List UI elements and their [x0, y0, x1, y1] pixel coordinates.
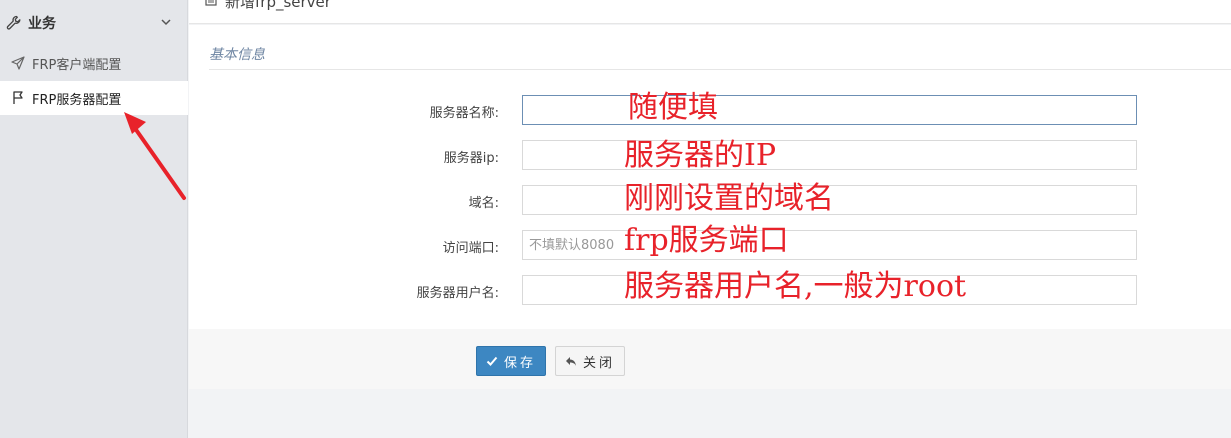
- server-name-label: 服务器名称:: [429, 106, 499, 121]
- page-title: 新增frp_server: [225, 0, 331, 11]
- send-icon: [11, 56, 25, 70]
- save-button[interactable]: 保存: [476, 346, 546, 376]
- sidebar: 业务 FRP客户端配置 FRP服务器配置: [0, 0, 188, 438]
- server-ip-input[interactable]: [522, 140, 1137, 170]
- reply-icon: [565, 357, 576, 366]
- main-panel: 新增frp_server 基本信息 服务器名称: 服务器ip: 域名: 访问端口…: [189, 0, 1231, 438]
- sidebar-item-frp-server[interactable]: FRP服务器配置: [0, 81, 188, 115]
- sidebar-group-title: 业务: [28, 15, 56, 32]
- wrench-icon: [6, 15, 21, 30]
- form-card: 基本信息 服务器名称: 服务器ip: 域名: 访问端口: 服务器用户名: 随便填…: [189, 25, 1231, 329]
- domain-label: 域名:: [468, 196, 499, 211]
- sidebar-item-label: FRP服务器配置: [32, 92, 122, 108]
- username-input[interactable]: [522, 275, 1137, 305]
- chevron-down-icon[interactable]: [160, 16, 172, 28]
- sidebar-item-label: FRP客户端配置: [32, 57, 122, 73]
- close-button[interactable]: 关闭: [555, 346, 625, 376]
- form-row-server-name: 服务器名称:: [189, 95, 1231, 125]
- port-label: 访问端口:: [442, 241, 499, 256]
- section-divider: [209, 69, 1231, 70]
- server-ip-label: 服务器ip:: [443, 151, 499, 166]
- form-row-username: 服务器用户名:: [189, 275, 1231, 305]
- form-row-domain: 域名:: [189, 185, 1231, 215]
- flag-icon: [13, 91, 23, 104]
- form-footer: 保存 关闭: [189, 329, 1231, 389]
- username-label: 服务器用户名:: [416, 286, 499, 301]
- page-header: 新增frp_server: [189, 0, 1231, 24]
- domain-input[interactable]: [522, 185, 1137, 215]
- form-row-server-ip: 服务器ip:: [189, 140, 1231, 170]
- sidebar-item-frp-client[interactable]: FRP客户端配置: [0, 46, 188, 80]
- check-icon: [486, 356, 498, 366]
- close-button-label: 关闭: [582, 354, 615, 370]
- server-name-input[interactable]: [522, 95, 1137, 125]
- section-title: 基本信息: [209, 47, 265, 63]
- port-input[interactable]: [522, 230, 1137, 260]
- save-button-label: 保存: [503, 354, 536, 370]
- document-icon: [205, 0, 217, 6]
- sidebar-group-business[interactable]: 业务: [0, 0, 188, 45]
- form-row-port: 访问端口:: [189, 230, 1231, 260]
